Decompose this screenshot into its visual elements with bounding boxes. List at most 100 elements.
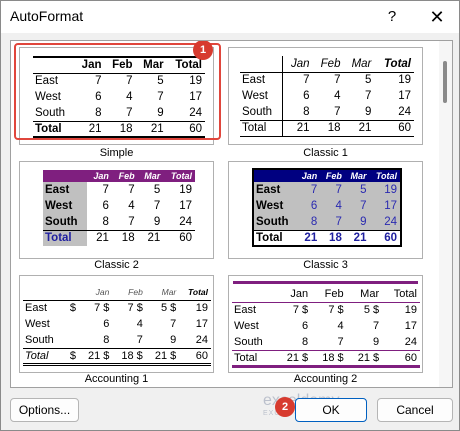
cell: 7 [153,200,161,212]
row-label: Total [234,351,258,364]
cell: 4 [128,200,135,212]
format-classic3-label: Classic 3 [303,259,348,271]
cell: 9 [344,214,370,230]
row-label: East [43,182,87,198]
header-cell [232,286,276,302]
format-gallery: Jan Feb Mar Total East 7 7 5 19 West 6 4 7 17 South… [10,40,453,388]
cell: 8 [296,214,321,230]
header-cell: Mar [344,169,370,182]
cell: 21 [344,229,370,246]
vertical-scrollbar[interactable] [439,41,452,387]
accounting1-table: Jan Feb Mar Total East $7 $7 $5 $19 West 6 4 7 1… [23,284,211,366]
cell: 19 [179,184,192,196]
cell: 7 [128,184,135,196]
row-label: West [240,88,284,104]
row-label: South [240,104,284,120]
format-simple-label: Simple [99,147,134,159]
row-label: East [23,299,65,316]
cell: 8 [302,335,309,348]
row-label: Total [43,229,87,246]
cell: 24 [369,214,401,230]
cell: 6 [103,318,110,330]
cell: 5 $ [363,304,380,317]
format-classic3-preview[interactable]: Jan Feb Mar Total East 7 7 5 19 West 6 4 7 17 South… [228,161,423,259]
cell: 60 [374,119,414,136]
cell: 24 [398,105,411,118]
cell: 18 [111,229,138,246]
help-button[interactable]: ? [381,6,403,28]
header-cell [253,169,297,182]
cell: 19 [404,304,417,317]
cell: 19 [179,299,211,316]
row-label: South [43,214,87,230]
header-cell: Total [188,286,208,297]
cell: 24 [195,333,208,346]
format-classic1-preview[interactable]: Jan Feb Mar Total East 7 7 5 19 West 6 4 7 17 South… [228,47,423,145]
classic3-table: Jan Feb Mar Total East 7 7 5 19 West 6 4 7 17 South… [252,168,402,247]
cell: 7 [320,214,345,230]
cell: 7 $ [292,304,309,317]
cell: 7 [296,182,321,198]
header-cell [23,284,64,300]
cell: 6 [296,198,321,214]
cell: 7 [170,318,177,330]
cell: 4 [337,320,344,332]
ok-button[interactable]: OK [295,398,367,422]
title-bar: AutoFormat ? ✕ [1,1,459,33]
cell: 8 [103,333,110,346]
format-accounting1-preview[interactable]: Jan Feb Mar Total East $7 $7 $5 $19 West 6 4 7 1… [19,275,214,373]
cell: 18 [312,119,344,136]
cell: 7 [344,198,370,214]
cell: 7 [136,333,143,346]
row-label: South [234,335,263,348]
format-accounting2-label: Accounting 2 [293,373,358,385]
cell: 24 [404,335,417,348]
cell: 7 $ [78,299,113,316]
format-accounting2-preview[interactable]: Jan Feb Mar Total East 7 $ 7 $ 5 $ 19 West 6 4 7 17… [228,275,423,373]
cell: 5 $ [145,299,180,316]
header-cell: Feb [320,57,341,70]
cell: 9 [170,333,177,346]
header-cell: Total [393,287,417,300]
cell: 60 [404,351,417,364]
cell: 8 [303,105,310,118]
accent-rule [233,281,418,284]
cell: 19 [369,182,401,198]
classic2-table: Jan Feb Mar Total East 7 7 5 19 West 6 4 7 17 South… [43,170,195,246]
cell: 5 [153,184,161,196]
row-label: Total [253,229,297,246]
cell: 4 [334,90,341,102]
format-classic2-preview[interactable]: Jan Feb Mar Total East 7 7 5 19 West 6 4 7 17 South… [19,161,214,259]
accounting2-table: Jan Feb Mar Total East 7 $ 7 $ 5 $ 19 West 6 4 7 17… [232,286,420,368]
row-label: East [253,182,297,198]
cell: 6 [303,90,310,102]
cell: 21 [343,119,375,136]
header-cell: Feb [111,170,138,182]
cell: 7 [282,71,313,88]
header-cell: Mar [137,170,164,182]
header-cell: Total [383,57,411,70]
cell: 60 [163,229,195,246]
cell: 17 [179,200,192,212]
row-label: South [25,333,54,346]
autoformat-dialog: AutoFormat ? ✕ Jan Feb Mar Total East 7 7 5 19 … [0,0,460,431]
cell: 21 [86,229,112,246]
cancel-button[interactable]: Cancel [377,398,453,422]
scrollbar-thumb[interactable] [443,61,447,103]
cell: 17 [398,90,411,102]
row-label: East [240,71,284,88]
options-button[interactable]: Options... [10,398,79,422]
cell: 7 [102,184,109,196]
close-icon[interactable]: ✕ [426,6,448,28]
cell: 7 [312,71,344,88]
header-cell: Feb [128,286,143,297]
cell: 24 [179,215,192,228]
row-label: Total [25,349,49,362]
cell: 17 [404,320,417,332]
cell: 21 [137,229,164,246]
format-classic2-label: Classic 2 [94,259,139,271]
cell: 21 $ [154,349,177,362]
row-label: South [253,214,297,230]
header-cell: Feb [320,169,345,182]
cell: 7 [337,335,344,348]
